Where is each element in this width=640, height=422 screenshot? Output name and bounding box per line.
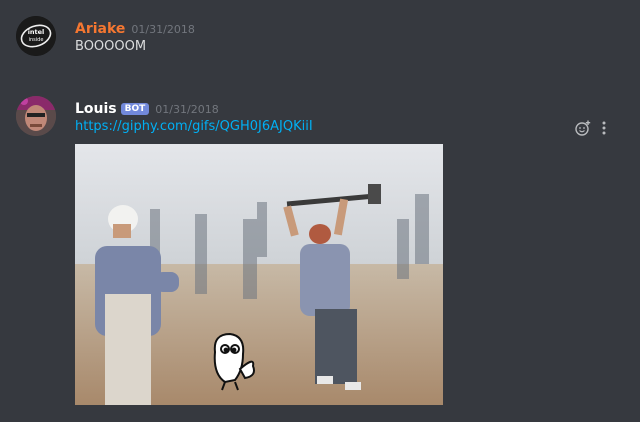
more-options-icon[interactable] — [601, 120, 607, 140]
svg-text:inside: inside — [29, 37, 44, 43]
add-reaction-icon[interactable] — [575, 120, 591, 140]
avatar[interactable]: intel inside — [16, 16, 56, 56]
intel-logo-avatar: intel inside — [16, 16, 56, 56]
giphy-link[interactable]: https://giphy.com/gifs/QGH0J6AJQKiiI — [75, 119, 313, 134]
message-actions — [575, 120, 607, 140]
giphy-gif-sledgehammer — [75, 144, 443, 405]
gif-embed[interactable] — [75, 144, 443, 405]
message-ariake: intel inside Ariake 01/31/2018 BOOOOOM — [0, 0, 640, 80]
author-name[interactable]: Ariake — [75, 21, 125, 37]
message-header: Louis BOT 01/31/2018 — [75, 98, 219, 117]
message-content: https://giphy.com/gifs/QGH0J6AJQKiiI — [75, 119, 313, 134]
message-text: BOOOOOM — [75, 39, 147, 54]
avatar[interactable] — [16, 96, 56, 136]
bot-badge: BOT — [120, 103, 150, 115]
author-name[interactable]: Louis — [75, 101, 117, 117]
svg-text:intel: intel — [28, 28, 45, 36]
user-photo-avatar — [16, 96, 56, 136]
timestamp: 01/31/2018 — [131, 23, 195, 36]
message-header: Ariake 01/31/2018 — [75, 18, 195, 37]
timestamp: 01/31/2018 — [155, 103, 219, 116]
